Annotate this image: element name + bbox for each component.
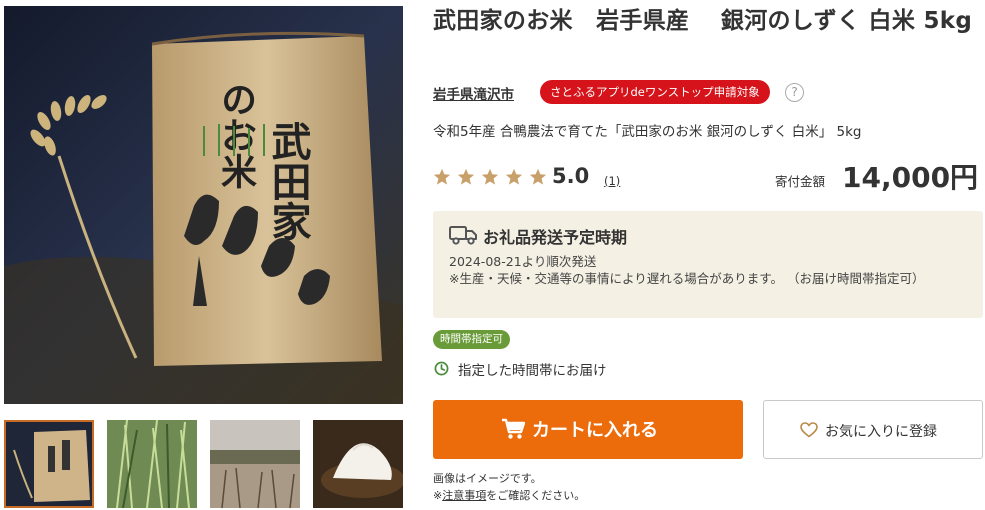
cart-icon <box>502 418 525 439</box>
help-icon[interactable]: ? <box>785 83 804 102</box>
star-icon <box>529 168 547 185</box>
notes-link[interactable]: 注意事項 <box>442 489 486 502</box>
thumbnail-rice-field[interactable] <box>210 420 300 508</box>
truck-icon <box>449 226 477 245</box>
heart-icon <box>800 422 818 438</box>
add-to-cart-button[interactable]: カートに入れる <box>433 400 743 459</box>
star-icon <box>481 168 499 185</box>
rice-bag-photo: 武田家 のお米 <box>4 6 403 404</box>
price-value: 14,000円 <box>842 161 979 194</box>
clock-icon <box>434 361 449 376</box>
review-count-link[interactable]: (1) <box>604 174 620 188</box>
notes-prefix: ※ <box>433 489 443 502</box>
rating-value: 5.0 <box>552 164 590 188</box>
thumbnail-cooked-rice[interactable] <box>313 420 403 508</box>
thumbnail-image <box>210 420 300 508</box>
onestop-badge: さとふるアプリdeワンストップ申請対象 <box>540 80 770 104</box>
municipality-link[interactable]: 岩手県滝沢市 <box>433 83 514 103</box>
add-to-favorites-label: お気に入りに登録 <box>825 424 937 440</box>
bag-lettering-1: 武田家 <box>265 121 312 241</box>
star-icon <box>433 168 451 185</box>
image-disclaimer: 画像はイメージです。 <box>433 472 542 485</box>
thumbnail-image <box>107 420 197 508</box>
add-to-cart-label: カートに入れる <box>532 420 658 441</box>
shipping-note: ※生産・天候・交通等の事情により遅れる場合があります。 （お届け時間帯指定可） <box>449 271 925 286</box>
shipping-title: お礼品発送予定時期 <box>483 228 628 247</box>
star-icon <box>505 168 523 185</box>
notes-suffix: をご確認ください。 <box>486 489 586 502</box>
main-product-image[interactable]: 武田家 のお米 <box>4 6 403 404</box>
product-title: 武田家のお米 岩手県産 銀河のしずく 白米 5kg <box>433 8 973 34</box>
thumbnail-image <box>4 420 94 508</box>
timeslot-text: 指定した時間帯にお届け <box>458 363 607 379</box>
shipping-date: 2024-08-21より順次発送 <box>449 254 597 269</box>
thumbnail-image <box>313 420 403 508</box>
notes-confirm-text: ※注意事項をご確認ください。 <box>433 487 585 503</box>
thumbnail-rice-bag[interactable] <box>4 420 94 508</box>
add-to-favorites-button[interactable]: お気に入りに登録 <box>763 400 983 459</box>
timeslot-badge: 時間帯指定可 <box>433 330 510 349</box>
price-label: 寄付金額 <box>775 174 826 189</box>
thumbnail-rice-seedlings[interactable] <box>107 420 197 508</box>
star-icon <box>457 168 475 185</box>
product-subtitle: 令和5年産 合鴨農法で育てた「武田家のお米 銀河のしずく 白米」 5kg <box>433 124 862 140</box>
bag-lettering-2: のお米 <box>215 81 257 189</box>
thumbnail-strip <box>4 420 407 508</box>
shipping-info-box: お礼品発送予定時期 2024-08-21より順次発送 ※生産・天候・交通等の事情… <box>433 211 983 318</box>
